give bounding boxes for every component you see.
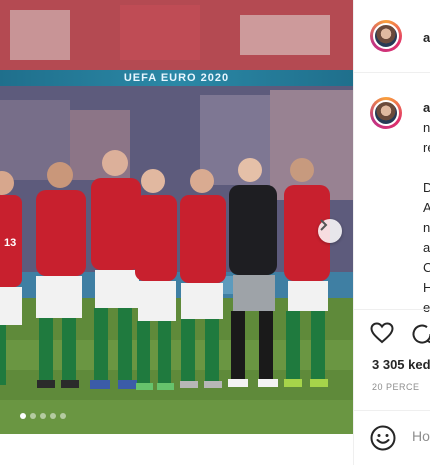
caption-line: n bbox=[423, 120, 430, 135]
caption-line: H bbox=[423, 280, 430, 295]
carousel-next-button[interactable] bbox=[318, 219, 342, 243]
post-sidebar: ad a n re D A n a C H e 3 305 ked 20 PER… bbox=[353, 0, 430, 465]
chevron-right-icon bbox=[320, 219, 328, 231]
comment-composer bbox=[354, 410, 430, 466]
smiley-icon[interactable] bbox=[370, 425, 396, 451]
post-time[interactable]: 20 PERCE bbox=[372, 382, 420, 392]
heart-icon[interactable] bbox=[370, 322, 394, 344]
carousel-dot bbox=[40, 413, 46, 419]
carousel-dot bbox=[60, 413, 66, 419]
caption-avatar[interactable] bbox=[370, 97, 402, 129]
likes-count[interactable]: 3 305 ked bbox=[372, 357, 430, 372]
carousel-dot bbox=[20, 413, 26, 419]
caption-line: C bbox=[423, 260, 430, 275]
players-row: 13 bbox=[0, 150, 330, 390]
svg-text:13: 13 bbox=[4, 237, 16, 249]
carousel-dot bbox=[50, 413, 56, 419]
caption-username[interactable]: a bbox=[423, 100, 430, 115]
caption-line: re bbox=[423, 140, 430, 155]
caption-line: n bbox=[423, 220, 430, 235]
caption-line: a bbox=[423, 240, 430, 255]
comment-input[interactable] bbox=[412, 428, 430, 444]
post-photo[interactable]: UEFA EURO 2020 13 bbox=[0, 0, 353, 434]
author-username[interactable]: ad bbox=[423, 30, 430, 45]
player-13: 13 bbox=[0, 171, 22, 385]
caption-line: D bbox=[423, 180, 430, 195]
post-header: ad bbox=[354, 0, 430, 73]
carousel-dot bbox=[30, 413, 36, 419]
caption-line: e bbox=[423, 300, 430, 315]
author-avatar[interactable] bbox=[370, 20, 402, 52]
caption-line bbox=[423, 158, 430, 178]
caption-text: n re D A n a C H e bbox=[423, 118, 430, 318]
carousel-indicator bbox=[0, 413, 120, 421]
comment-icon[interactable] bbox=[410, 322, 430, 346]
post-actions bbox=[354, 309, 430, 344]
caption-line: A bbox=[423, 200, 430, 215]
